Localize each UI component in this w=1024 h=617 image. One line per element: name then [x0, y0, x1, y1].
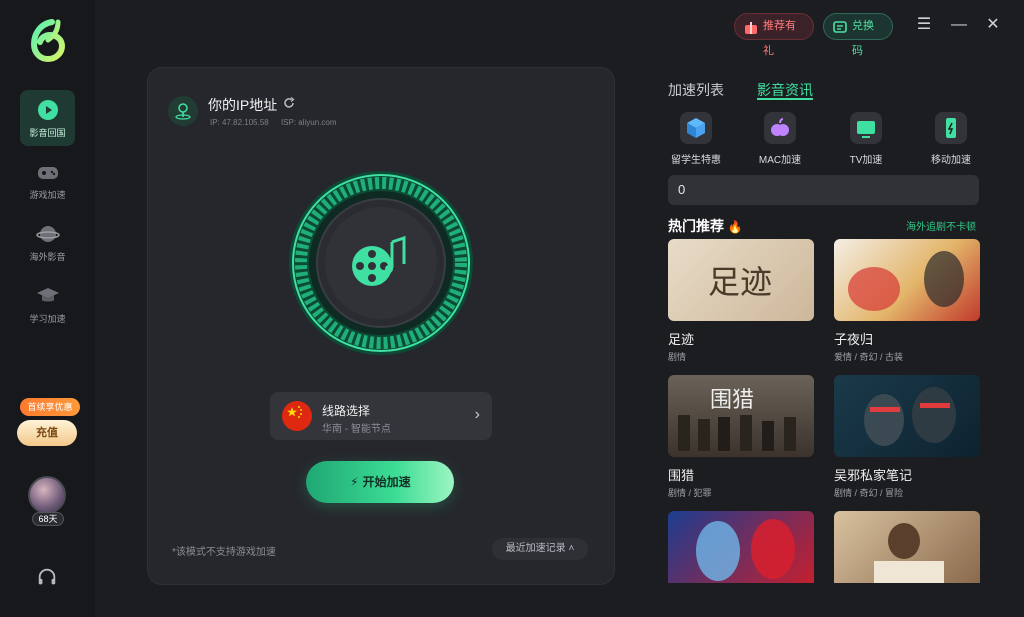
sidebar-item-label: 影音回国: [29, 128, 66, 138]
route-selector[interactable]: 线路选择 华南 - 智能节点 ›: [270, 392, 492, 440]
planet-icon: [35, 226, 60, 242]
sidebar: 影音回国 游戏加速 海外影音 学习加速 首续享优惠 充值 68天: [0, 0, 95, 617]
menu-icon[interactable]: ☰: [916, 17, 932, 33]
category-label: TV加速: [849, 155, 883, 166]
gamepad-icon: [37, 167, 58, 179]
poster-tags: 爱情 / 奇幻 / 古装: [834, 352, 904, 362]
route-title: 线路选择: [322, 404, 371, 418]
avatar[interactable]: [28, 476, 66, 514]
headset-icon[interactable]: [36, 566, 58, 588]
sidebar-item-label: 学习加速: [29, 314, 66, 324]
sidebar-item-study[interactable]: 学习加速: [20, 276, 75, 332]
lightning-icon: ⚡: [350, 475, 359, 489]
hot-more-link[interactable]: 海外追剧不卡顿: [906, 218, 976, 233]
tab-media-news[interactable]: 影音资讯: [757, 80, 813, 100]
poster-wuxie[interactable]: [834, 375, 980, 457]
start-acceleration-button[interactable]: ⚡ 开始加速: [306, 461, 454, 503]
redeem-code-label: 兑换码: [852, 20, 874, 57]
gift-icon: [745, 22, 757, 34]
poster-tags: 剧情 / 奇幻 / 冒险: [834, 488, 904, 498]
play-icon: [37, 100, 58, 120]
apple-icon: [764, 112, 796, 144]
poster-title[interactable]: 足迹: [668, 329, 694, 348]
category-tv[interactable]: TV加速: [831, 112, 901, 166]
redeem-code-button[interactable]: 兑换码: [823, 13, 893, 57]
poster-ziyegui[interactable]: [834, 239, 980, 321]
mode-note: *该模式不支持游戏加速: [172, 547, 276, 558]
category-mobile[interactable]: 移动加速: [916, 112, 986, 166]
poster-title-text: 足迹: [708, 263, 772, 301]
category-label: 移动加速: [931, 155, 971, 166]
accelerate-disk[interactable]: [286, 168, 476, 358]
poster-title[interactable]: 吴邪私家笔记: [834, 465, 912, 484]
membership-days-badge: 68天: [32, 512, 64, 526]
category-student[interactable]: 留学生特惠: [661, 112, 731, 166]
poster-football[interactable]: [668, 511, 814, 583]
chevron-right-icon: ›: [474, 406, 480, 423]
category-label: 留学生特惠: [671, 155, 721, 166]
tab-acceleration-list[interactable]: 加速列表: [668, 80, 724, 100]
close-icon[interactable]: ✕: [985, 17, 1001, 33]
poster-zuji[interactable]: 足迹: [668, 239, 814, 321]
fire-icon: 🔥: [727, 220, 743, 234]
poster-tags: 剧情 / 犯罪: [668, 488, 712, 498]
sidebar-item-label: 海外影音: [29, 252, 66, 262]
sidebar-item-game[interactable]: 游戏加速: [20, 152, 75, 208]
tv-icon: [850, 112, 882, 144]
ip-title: 你的IP地址: [208, 97, 278, 113]
hot-recommend-label: 热门推荐: [668, 218, 724, 234]
recharge-button[interactable]: 充值: [17, 420, 77, 446]
poster-weilie[interactable]: 围猎: [668, 375, 814, 457]
recent-records-button[interactable]: 最近加速记录 ˄: [492, 538, 588, 560]
poster-title[interactable]: 围猎: [668, 465, 694, 484]
cube-icon: [680, 112, 712, 144]
ticket-icon: [833, 21, 847, 33]
minimize-icon[interactable]: —: [951, 17, 967, 33]
start-acceleration-label: 开始加速: [362, 475, 411, 489]
poster-tags: 剧情: [668, 352, 687, 362]
phone-battery-icon: [935, 112, 967, 144]
sidebar-item-media-home[interactable]: 影音回国: [20, 90, 75, 146]
search-input[interactable]: 0: [668, 175, 979, 205]
sidebar-item-overseas-media[interactable]: 海外影音: [20, 214, 75, 270]
isp: ISP: aliyun.com: [280, 118, 337, 127]
route-subtitle: 华南 - 智能节点: [322, 424, 391, 435]
active-tab-indicator: [757, 98, 813, 100]
app-logo[interactable]: [28, 18, 68, 62]
sidebar-item-label: 游戏加速: [29, 190, 66, 200]
ip-address: IP: 47.82.105.58: [210, 118, 269, 127]
ip-details: IP: 47.82.105.58 ISP: aliyun.com: [210, 118, 347, 127]
poster-title-text: 围猎: [710, 388, 754, 413]
china-flag-icon: [282, 401, 312, 431]
poster-drama[interactable]: [834, 511, 980, 583]
graduation-cap-icon: [36, 288, 59, 302]
category-mac[interactable]: MAC加速: [745, 112, 815, 166]
hot-recommend-title: 热门推荐 🔥: [668, 216, 743, 236]
poster-title[interactable]: 子夜归: [834, 329, 873, 348]
refresh-icon[interactable]: [282, 96, 296, 110]
promo-badge: 首续享优惠: [20, 398, 80, 416]
acceleration-panel: 你的IP地址 IP: 47.82.105.58 ISP: aliyun.com …: [148, 68, 614, 584]
category-label: MAC加速: [758, 155, 802, 166]
recommend-gift-label: 推荐有礼: [763, 20, 796, 57]
recommend-gift-button[interactable]: 推荐有礼: [734, 13, 814, 57]
location-pin-icon: [168, 96, 198, 126]
